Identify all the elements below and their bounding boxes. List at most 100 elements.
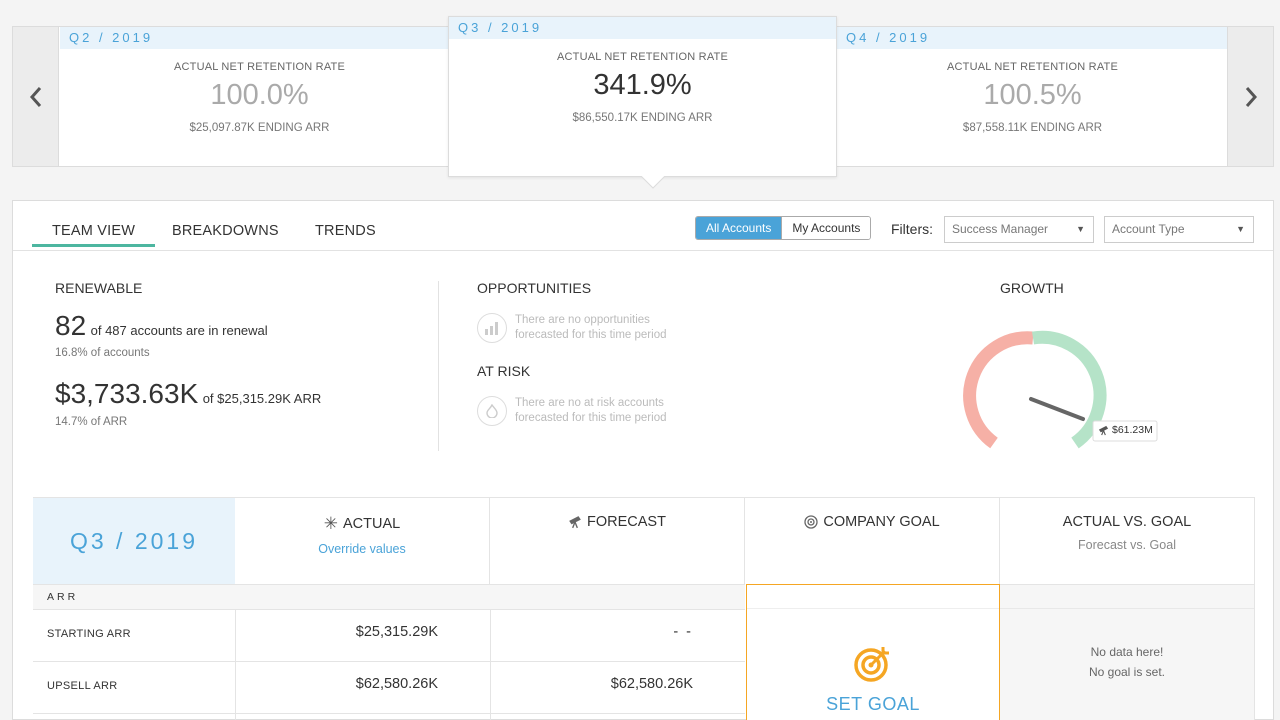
gauge-value-text: $61.23M [1112, 424, 1153, 436]
ending-arr: $86,550.17K ENDING ARR [572, 112, 713, 124]
main-panel: TEAM VIEW BREAKDOWNS TRENDS All Accounts… [12, 200, 1274, 720]
goal-head: COMPANY GOAL [745, 514, 999, 530]
quarter-cell: Q3 / 2019 [33, 498, 235, 584]
telescope-icon [569, 516, 581, 529]
bar-chart-icon [477, 313, 507, 343]
chevron-left-icon [29, 86, 41, 107]
renewable-title: RENEWABLE [55, 280, 143, 296]
quarter-label: Q2 / 2019 [60, 27, 459, 49]
at-risk-title: AT RISK [477, 363, 531, 379]
flame-icon [477, 396, 507, 426]
gauge-value-label: $61.23M [1098, 424, 1153, 436]
quarter-card-q3-active[interactable]: Q3 / 2019 ACTUAL NET RETENTION RATE 341.… [448, 16, 837, 177]
forecast-column-header: FORECAST [490, 498, 745, 584]
table-row-upsell-arr: UPSELL ARR $62,580.26K $62,580.26K [33, 661, 745, 714]
quarter-label: Q4 / 2019 [837, 27, 1228, 49]
telescope-icon [1098, 425, 1109, 435]
set-goal-spacer [747, 585, 999, 609]
account-type-placeholder: Account Type [1112, 222, 1185, 236]
override-values-link[interactable]: Override values [235, 542, 489, 556]
no-data-spacer [1000, 585, 1254, 609]
renewable-count: 82 [55, 310, 87, 341]
at-risk-empty: There are no at risk accounts forecasted… [477, 396, 695, 426]
retention-rate-value: 341.9% [593, 69, 692, 101]
forecast-value: $62,580.26K [610, 676, 693, 692]
set-goal-block[interactable]: SET GOAL [746, 584, 1000, 720]
retention-rate-value: 100.0% [210, 79, 309, 111]
no-data-line1: No data here! [1090, 645, 1164, 659]
renewable-arr-block: $3,733.63K of $25,315.29K ARR [55, 378, 321, 410]
target-icon [804, 515, 818, 529]
row-label: UPSELL ARR [47, 680, 118, 692]
carousel-next-button[interactable] [1227, 27, 1273, 166]
active-card-pointer [641, 176, 665, 189]
my-accounts-button[interactable]: My Accounts [781, 217, 871, 239]
section-divider [438, 281, 439, 451]
quarter-card-q4[interactable]: Q4 / 2019 ACTUAL NET RETENTION RATE 100.… [836, 27, 1228, 166]
renewable-arr: $3,733.63K [55, 378, 199, 409]
vs-column-header: ACTUAL VS. GOAL Forecast vs. Goal [1000, 498, 1255, 584]
chevron-right-icon [1245, 86, 1257, 107]
table-row-starting-arr: STARTING ARR $25,315.29K - - [33, 609, 745, 662]
renewable-count-text: of 487 accounts are in renewal [90, 323, 268, 338]
filters-label: Filters: [891, 221, 933, 237]
retention-rate-value: 100.5% [983, 79, 1082, 111]
renewable-arr-text: of $25,315.29K ARR [202, 391, 322, 406]
retention-rate-label: ACTUAL NET RETENTION RATE [173, 61, 346, 73]
opportunities-empty-text: There are no opportunities forecasted fo… [515, 314, 667, 341]
table-row-next [33, 713, 745, 720]
account-toggle: All Accounts My Accounts [695, 216, 872, 240]
at-risk-empty-text: There are no at risk accounts forecasted… [515, 397, 667, 424]
growth-gauge [963, 330, 1158, 449]
actual-value: $25,315.29K [355, 624, 438, 640]
no-data-line2: No goal is set. [1088, 665, 1166, 679]
success-manager-placeholder: Success Manager [952, 222, 1049, 236]
growth-title: GROWTH [1000, 280, 1064, 296]
actual-label: ACTUAL [343, 516, 401, 532]
actual-head: ✳ ACTUAL [235, 514, 489, 534]
goal-column-header: COMPANY GOAL [745, 498, 1000, 584]
arr-section-row: ARR [33, 584, 745, 609]
tab-bar: TEAM VIEW BREAKDOWNS TRENDS All Accounts… [13, 201, 1273, 251]
table-quarter-label: Q3 / 2019 [69, 528, 199, 554]
no-data-block: No data here! No goal is set. [1000, 584, 1255, 720]
vs-sublabel: Forecast vs. Goal [1078, 538, 1176, 552]
target-icon [854, 647, 889, 682]
success-manager-select[interactable]: Success Manager ▼ [944, 216, 1094, 243]
gauge-negative-arc [963, 331, 1034, 449]
asterisk-icon: ✳ [323, 514, 339, 533]
carousel-prev-button[interactable] [13, 27, 59, 166]
opportunities-empty: There are no opportunities forecasted fo… [477, 313, 695, 343]
vs-label: ACTUAL VS. GOAL [1062, 514, 1192, 530]
quarter-card-q2[interactable]: Q2 / 2019 ACTUAL NET RETENTION RATE 100.… [60, 27, 460, 166]
actual-value: $62,580.26K [355, 676, 438, 692]
forecast-label: FORECAST [587, 514, 666, 530]
actual-column-header: ✳ ACTUAL Override values [235, 498, 490, 584]
renewable-arr-pct: 14.7% of ARR [55, 416, 128, 428]
tab-team-view[interactable]: TEAM VIEW [32, 223, 156, 247]
row-label: STARTING ARR [47, 628, 131, 640]
cell-divider [235, 714, 236, 720]
goal-label: COMPANY GOAL [823, 514, 940, 530]
arr-section-label: ARR [47, 591, 79, 603]
tab-breakdowns[interactable]: BREAKDOWNS [172, 223, 279, 239]
gauge-positive-arc [1031, 330, 1107, 449]
cell-divider [490, 714, 491, 720]
account-type-select[interactable]: Account Type ▼ [1104, 216, 1254, 243]
retention-rate-label: ACTUAL NET RETENTION RATE [946, 61, 1119, 73]
ending-arr: $87,558.11K ENDING ARR [962, 122, 1103, 134]
caret-down-icon: ▼ [1236, 224, 1245, 234]
goal-table: Q3 / 2019 ✳ ACTUAL Override values FOREC… [33, 497, 1255, 720]
tab-trends[interactable]: TRENDS [315, 223, 376, 239]
renewable-count-pct: 16.8% of accounts [55, 347, 150, 359]
forecast-value: - - [673, 624, 693, 640]
renewable-count-block: 82 of 487 accounts are in renewal [55, 310, 268, 342]
quarter-label: Q3 / 2019 [449, 17, 836, 39]
forecast-head: FORECAST [490, 514, 744, 530]
caret-down-icon: ▼ [1076, 224, 1085, 234]
all-accounts-button[interactable]: All Accounts [696, 217, 782, 239]
set-goal-button[interactable]: SET GOAL [747, 694, 999, 715]
gauge-needle [1029, 397, 1085, 421]
retention-rate-label: ACTUAL NET RETENTION RATE [556, 51, 729, 63]
ending-arr: $25,097.87K ENDING ARR [189, 122, 330, 134]
